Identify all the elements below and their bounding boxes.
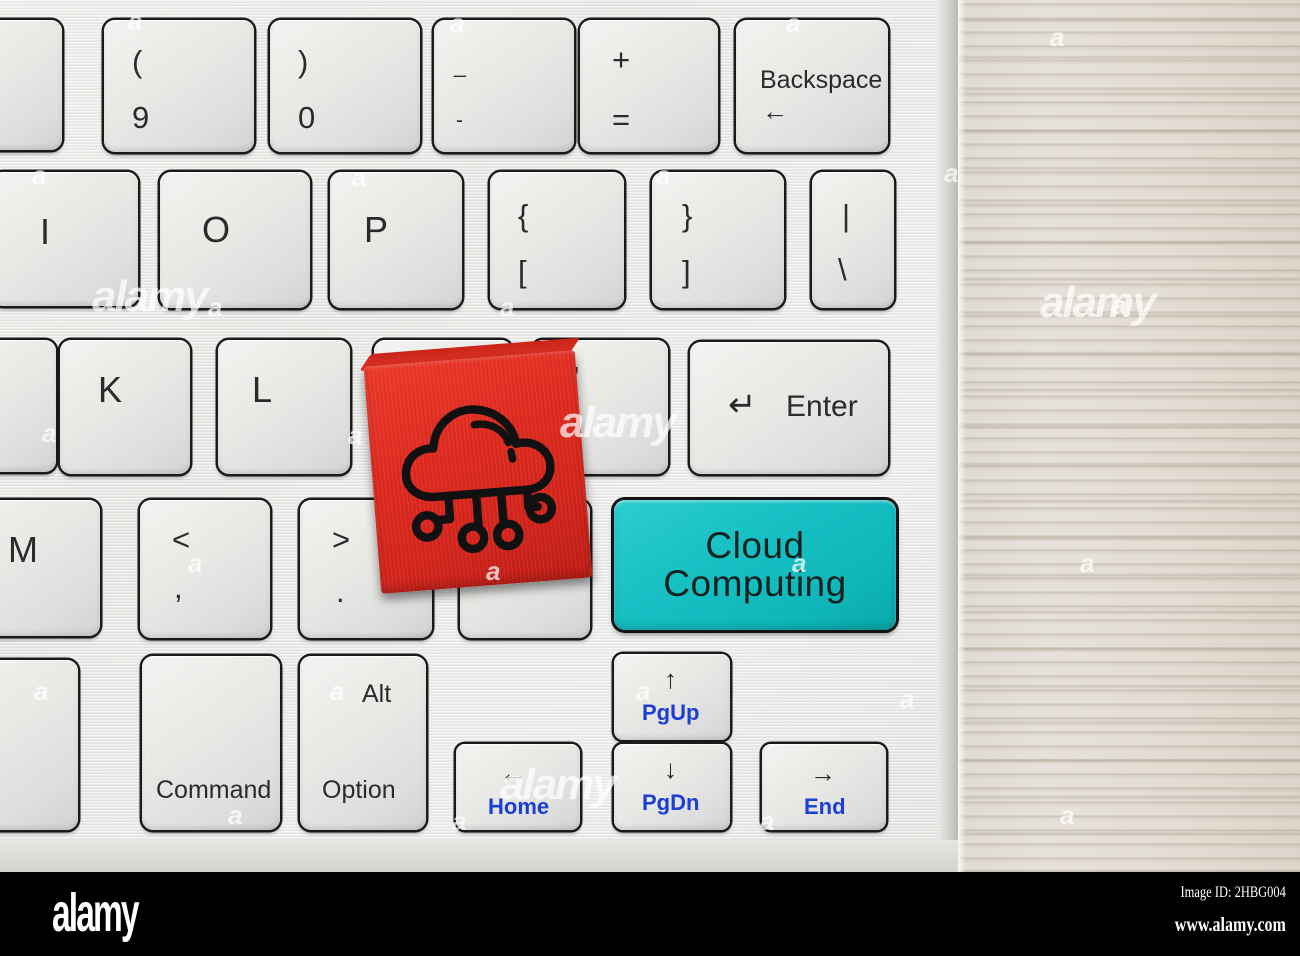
key-backspace-label: Backspace [760,66,883,94]
arrow-down-icon: ↓ [664,754,677,784]
keyboard-right-edge [938,0,958,872]
cloud-computing-line1: Cloud [705,524,805,566]
alamy-logo: alamy [52,883,139,943]
enter-arrow-icon: ↵ [728,386,757,424]
key-partial-left-bottom[interactable] [0,660,78,830]
key-m-label: M [8,529,38,570]
key-comma-shift-label: < [172,522,191,557]
key-backslash[interactable]: | \ [812,172,894,308]
wooden-desk-surface [958,0,1300,872]
arrow-left-icon: ← [762,96,788,126]
arrow-left-icon: ← [500,758,526,788]
key-comma[interactable]: < , [140,500,270,638]
key-k-label: K [98,369,123,410]
key-k[interactable]: K [60,340,190,474]
cloud-computing-icon [401,405,556,554]
arrow-right-icon: → [810,758,836,788]
key-bracket-left-label: [ [518,254,527,289]
key-p-label: P [364,209,389,250]
keyboard-bottom-edge [0,840,958,872]
key-0-shift-label: ) [298,44,309,79]
key-pgdn[interactable]: ↓ PgDn [614,744,730,830]
key-l-label: L [252,369,273,410]
key-o[interactable]: O [160,172,310,308]
key-p[interactable]: P [330,172,462,308]
key-bracket-right[interactable]: } ] [652,172,784,308]
key-option[interactable]: Alt Option [300,656,426,830]
key-command-label: Command [156,776,272,804]
red-wooden-cube[interactable] [359,337,593,594]
key-equal-shift-label: + [612,42,631,77]
key-minus-label: - [456,109,463,132]
key-i-label: I [40,211,51,252]
key-j-partial[interactable] [0,340,56,472]
key-backslash-shift-label: | [842,198,851,233]
key-pgup[interactable]: ↑ PgUp [614,654,730,740]
key-option-alt-label: Alt [362,680,392,708]
key-enter[interactable]: ↵ Enter [690,342,888,474]
cloud-computing-line2: Computing [663,563,847,604]
key-end-legend: End [804,794,846,819]
key-command[interactable]: Command [142,656,280,830]
image-id-text: Image ID: 2HBG004 [1180,884,1286,901]
key-option-label: Option [322,776,396,804]
key-bracket-left[interactable]: { [ [490,172,624,308]
key-m[interactable]: M [0,500,100,636]
key-cloud-computing[interactable]: Cloud Computing [614,500,896,630]
footer-meta: Image ID: 2HBG004 www.alamy.com [1147,884,1286,937]
key-enter-label: Enter [786,390,858,423]
alamy-url-text[interactable]: www.alamy.com [1175,914,1286,937]
key-bracket-right-label: ] [682,254,691,289]
key-0-label: 0 [298,100,316,135]
key-pgup-legend: PgUp [642,700,700,725]
key-minus[interactable]: _ - [434,20,574,152]
key-i[interactable]: I [0,172,138,306]
alamy-footer-bar: alamy Image ID: 2HBG004 www.alamy.com [0,872,1300,956]
key-bracket-left-shift-label: { [518,198,529,233]
key-bracket-right-shift-label: } [682,198,693,233]
arrow-up-icon: ↑ [664,664,677,694]
key-right-end[interactable]: → End [762,744,886,830]
key-equal-label: = [612,102,631,137]
key-left-home[interactable]: ← Home [456,744,580,830]
key-9-shift-label: ( [132,44,143,79]
key-9[interactable]: ( 9 [104,20,254,152]
screenshot-stage: ( 9 ) 0 _ - + = Backspace ← I O P {[} … [0,0,1300,956]
key-pgdn-legend: PgDn [642,790,700,815]
key-o-label: O [202,209,231,250]
key-home-legend: Home [488,794,550,819]
key-period-label: . [336,574,345,609]
key-l[interactable]: L [218,340,350,474]
key-backslash-label: \ [838,252,847,287]
key-period-shift-label: > [332,522,351,557]
key-backspace[interactable]: Backspace ← [736,20,888,152]
desk-highlight-edge [958,0,966,872]
key-minus-shift-label: _ [454,55,466,78]
key-9-label: 9 [132,100,150,135]
key-partial-left-top[interactable] [0,20,62,150]
key-0[interactable]: ) 0 [270,20,420,152]
stock-photo: ( 9 ) 0 _ - + = Backspace ← I O P {[} … [0,0,1300,872]
key-comma-label: , [174,570,183,605]
key-equal[interactable]: + = [580,20,718,152]
